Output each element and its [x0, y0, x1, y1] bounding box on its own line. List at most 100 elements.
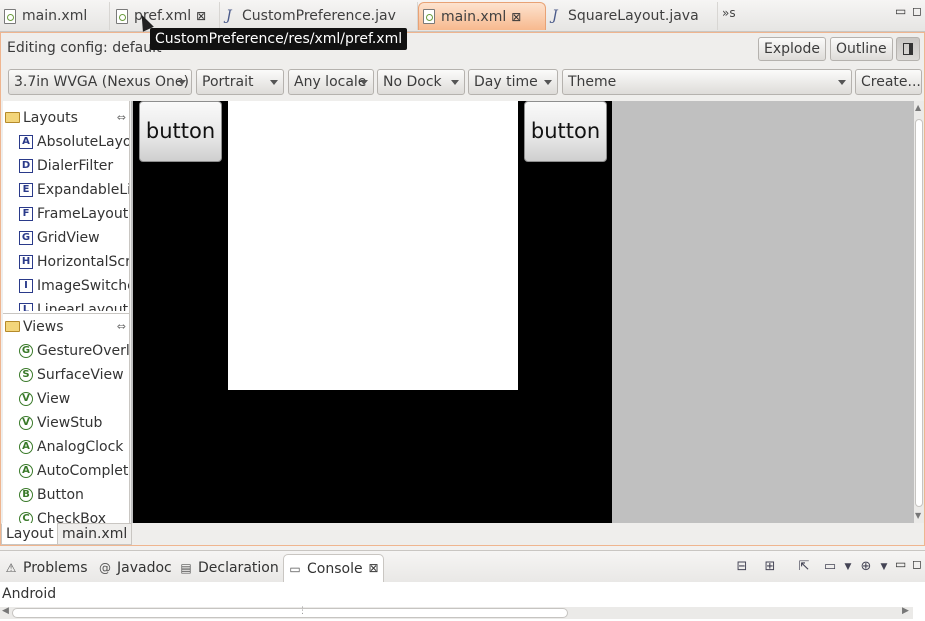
view-badge-icon: G [19, 344, 33, 358]
palette-item-view[interactable]: V View [19, 388, 129, 410]
palette-item-autocompletetextview[interactable]: A AutoCompleteTextView [19, 460, 129, 482]
widget-palette: Layouts ⇔ AAbsoluteLayout DDialerFilter … [3, 101, 130, 523]
palette-item-gestureoverlayview[interactable]: G GestureOverlayView [19, 340, 129, 362]
editor-tab-pref-xml[interactable]: pref.xml ⊠ [112, 2, 220, 30]
tab-main-xml-source[interactable]: main.xml [57, 523, 133, 545]
chevron-down-icon [270, 80, 278, 85]
palette-item-label: LinearLayout [37, 302, 129, 311]
config-bar: Editing config: default Explode Outline [1, 33, 924, 65]
open-console-icon[interactable]: ⊕ [858, 559, 874, 575]
minimize-icon[interactable]: ▭ [895, 557, 906, 571]
tab-problems[interactable]: ⚠ Problems [0, 554, 88, 582]
minimize-icon[interactable]: ▭ [895, 4, 906, 18]
chevron-down-icon[interactable]: ▼ [876, 559, 892, 575]
theme-select[interactable]: Theme [562, 69, 852, 95]
layout-badge-icon: L [19, 303, 33, 311]
palette-item-framelayout[interactable]: F FrameLayout [19, 203, 129, 225]
close-icon[interactable]: ⊠ [196, 9, 206, 23]
editor-tab-main-xml-1[interactable]: main.xml [0, 2, 110, 30]
editor-tab-custompreference[interactable]: J CustomPreference.jav [222, 2, 418, 30]
javadoc-icon: @ [99, 561, 111, 575]
palette-item-expandablelistview[interactable]: E ExpandableListView [19, 179, 129, 201]
view-badge-icon: B [19, 488, 33, 502]
device-select[interactable]: 3.7in WVGA (Nexus One) [8, 69, 192, 95]
chevron-down-icon[interactable]: ▼ [840, 559, 856, 575]
preview-button-right[interactable]: button [524, 101, 607, 162]
palette-item-linearlayout[interactable]: L LinearLayout [19, 299, 129, 311]
scrollbar-thumb[interactable] [915, 119, 923, 507]
palette-item-label: FrameLayout [37, 206, 129, 222]
collapse-icon[interactable]: ⇔ [117, 316, 126, 338]
palette-item-label: DialerFilter [37, 158, 114, 174]
device-select-value: 3.7in WVGA (Nexus One) [14, 74, 189, 90]
close-icon[interactable]: ⊠ [511, 10, 521, 24]
editor-tab-label: main.xml [441, 8, 507, 25]
tab-console[interactable]: ▭ Console ⊠ [283, 554, 384, 582]
pin-console-icon[interactable]: ⇱ [796, 559, 812, 575]
view-badge-icon: S [19, 368, 33, 382]
console-output[interactable]: Android ◀ ⋮ ▶ [0, 582, 925, 621]
layout-badge-icon: H [19, 255, 33, 269]
layout-badge-icon: I [19, 279, 33, 293]
palette-item-checkbox[interactable]: C CheckBox [19, 508, 129, 523]
palette-category-views[interactable]: Views ⇔ [3, 316, 129, 338]
create-config-label: Create... [861, 74, 921, 90]
create-config-button[interactable]: Create... [855, 69, 922, 95]
folder-icon [5, 112, 20, 123]
scroll-left-icon[interactable]: ◀ [2, 606, 9, 616]
maximize-icon[interactable]: ◻ [912, 4, 922, 18]
preview-button-left[interactable]: button [139, 101, 222, 162]
clear-console-icon[interactable]: ⊟ [734, 559, 750, 575]
tab-javadoc[interactable]: @ Javadoc [94, 554, 172, 582]
canvas-vertical-scrollbar[interactable]: ▲ ▼ [914, 101, 924, 523]
layout-canvas[interactable]: button button [131, 101, 914, 523]
console-horizontal-scrollbar[interactable]: ◀ ⋮ ▶ [0, 606, 913, 619]
custom-view-square[interactable] [228, 101, 518, 390]
maximize-icon[interactable]: ◻ [912, 557, 922, 571]
palette-item-surfaceview[interactable]: S SurfaceView [19, 364, 129, 386]
palette-divider [3, 313, 129, 314]
orientation-select-value: Portrait [202, 74, 254, 90]
chevron-down-icon [838, 80, 846, 85]
scroll-down-icon[interactable]: ▼ [915, 511, 921, 520]
view-badge-icon: C [19, 512, 33, 523]
dock-select[interactable]: No Dock [377, 69, 465, 95]
palette-item-dialerfilter[interactable]: D DialerFilter [19, 155, 129, 177]
display-console-icon[interactable]: ▭ [822, 559, 838, 575]
scroll-right-icon[interactable]: ▶ [902, 606, 909, 616]
locale-select-value: Any locale [294, 74, 367, 90]
scroll-lock-icon[interactable]: ⊞ [762, 559, 778, 575]
palette-item-label: CheckBox [37, 511, 107, 523]
scrollbar-thumb[interactable]: ⋮ [12, 606, 568, 618]
editor-tab-main-xml-active[interactable]: main.xml ⊠ [418, 2, 546, 30]
palette-item-horizontalscrollview[interactable]: H HorizontalScrollView [19, 251, 129, 273]
palette-item-analogclock[interactable]: A AnalogClock [19, 436, 129, 458]
palette-item-label: ViewStub [37, 415, 103, 431]
java-file-icon: J [552, 7, 558, 24]
palette-item-imageswitcher[interactable]: I ImageSwitcher [19, 275, 129, 297]
device-screen[interactable]: button button [133, 101, 612, 523]
outline-button[interactable]: Outline [830, 37, 893, 61]
scroll-up-icon[interactable]: ▲ [915, 103, 921, 112]
collapse-icon[interactable]: ⇔ [117, 107, 126, 129]
palette-item-viewstub[interactable]: V ViewStub [19, 412, 129, 434]
xml-file-icon [116, 8, 128, 24]
chevron-down-icon [178, 80, 186, 85]
palette-item-gridview[interactable]: G GridView [19, 227, 129, 249]
palette-item-absolutelayout[interactable]: A AbsoluteLayout [19, 131, 129, 153]
tab-layout[interactable]: Layout [1, 523, 59, 545]
explode-button[interactable]: Explode [758, 37, 826, 61]
editor-tab-label: CustomPreference.jav [242, 8, 396, 24]
tab-overflow-button[interactable]: »s [722, 6, 736, 20]
time-select[interactable]: Day time [468, 69, 558, 95]
console-title: Android [2, 586, 57, 602]
editor-tab-squarelayout[interactable]: J SquareLayout.java [548, 2, 718, 30]
palette-item-button[interactable]: B Button [19, 484, 129, 506]
close-icon[interactable]: ⊠ [369, 561, 379, 575]
clip-toggle-button[interactable] [896, 37, 920, 61]
tab-declaration[interactable]: ▤ Declaration [175, 554, 278, 582]
locale-select[interactable]: Any locale [288, 69, 374, 95]
orientation-select[interactable]: Portrait [196, 69, 284, 95]
palette-category-layouts[interactable]: Layouts ⇔ [3, 107, 129, 129]
palette-item-label: Button [37, 487, 84, 503]
